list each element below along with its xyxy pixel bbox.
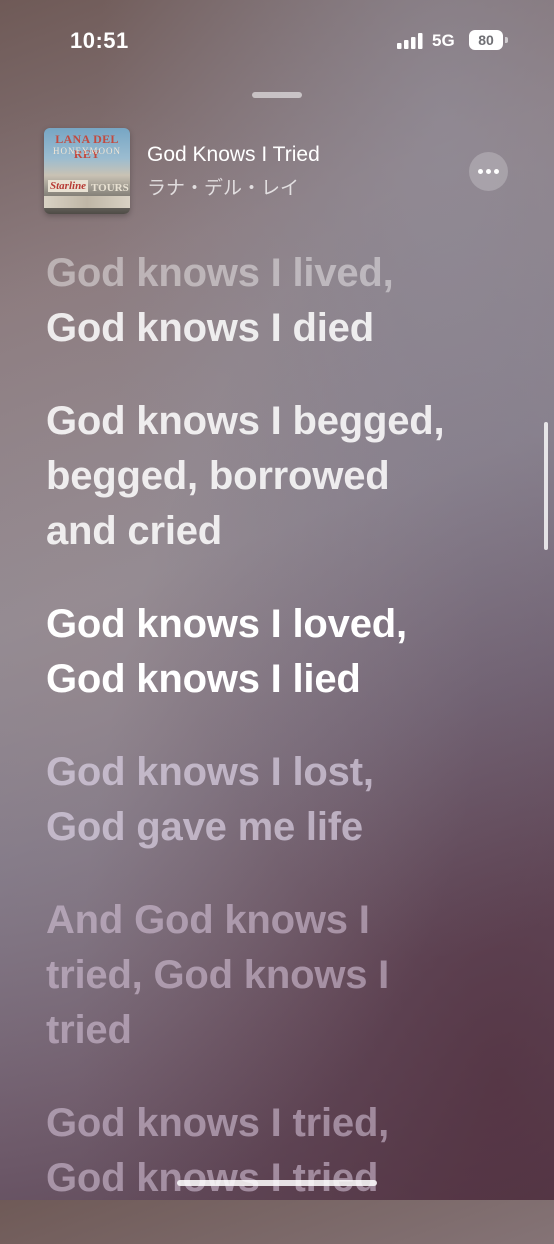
lyric-line: God knows I tried bbox=[46, 1156, 379, 1200]
lyric-line: And God knows I bbox=[46, 898, 370, 942]
status-time: 10:51 bbox=[70, 28, 129, 53]
album-artwork[interactable]: LANA DEL REY HONEYMOON Starline TOURS bbox=[44, 128, 130, 214]
album-art-title: HONEYMOON bbox=[53, 146, 121, 156]
more-dot-icon bbox=[478, 169, 483, 174]
more-dot-icon bbox=[486, 169, 491, 174]
lyric-line-group[interactable]: God knows I tried, God knows I tried bbox=[46, 1096, 516, 1206]
lyric-line: God knows I tried, bbox=[46, 1101, 390, 1145]
lyric-line: God knows I begged, bbox=[46, 399, 445, 443]
network-type: 5G bbox=[432, 31, 455, 50]
home-indicator[interactable] bbox=[177, 1180, 377, 1186]
lyric-line: God knows I lost, bbox=[46, 750, 374, 794]
album-art-tours: TOURS bbox=[91, 182, 129, 194]
lyric-line: God knows I lied bbox=[46, 657, 361, 701]
lyric-line: God gave me life bbox=[46, 805, 363, 849]
battery-tip bbox=[505, 37, 508, 43]
lyric-line: tried, God knows I bbox=[46, 953, 390, 997]
battery-icon: 80 bbox=[469, 30, 503, 50]
lyric-line-group[interactable]: And God knows I tried, God knows I tried bbox=[46, 893, 516, 1058]
lyric-line-group[interactable]: God knows I lost, God gave me life bbox=[46, 745, 516, 855]
status-bar: 10:51 5G 80 bbox=[0, 0, 554, 84]
album-art-bus bbox=[44, 196, 130, 208]
more-options-button[interactable] bbox=[469, 152, 508, 191]
lyric-line: God knows I died bbox=[46, 306, 374, 350]
cellular-signal-icon bbox=[397, 33, 423, 49]
lyric-line: God knows I lived, bbox=[46, 251, 394, 295]
album-art-sign: Starline bbox=[48, 180, 89, 192]
lyrics-list[interactable]: God knows I lived, God knows I died God … bbox=[46, 246, 516, 1244]
lyric-line-group[interactable]: God knows I lived, God knows I died bbox=[46, 246, 516, 356]
song-artist[interactable]: ラナ・デル・レイ bbox=[147, 173, 299, 200]
lyric-line: God knows I loved, bbox=[46, 602, 407, 646]
lyric-line: tried bbox=[46, 1008, 132, 1052]
sheet-grabber[interactable] bbox=[252, 92, 302, 98]
more-dot-icon bbox=[494, 169, 499, 174]
lyric-line: begged, borrowed bbox=[46, 454, 390, 498]
lyric-line: and cried bbox=[46, 509, 223, 553]
lyric-line-group[interactable]: God knows I begged, begged, borrowed and… bbox=[46, 394, 516, 559]
scroll-indicator[interactable] bbox=[544, 422, 548, 550]
song-title[interactable]: God Knows I Tried bbox=[147, 143, 320, 167]
lyric-line-group-active[interactable]: God knows I loved, God knows I lied bbox=[46, 597, 516, 707]
